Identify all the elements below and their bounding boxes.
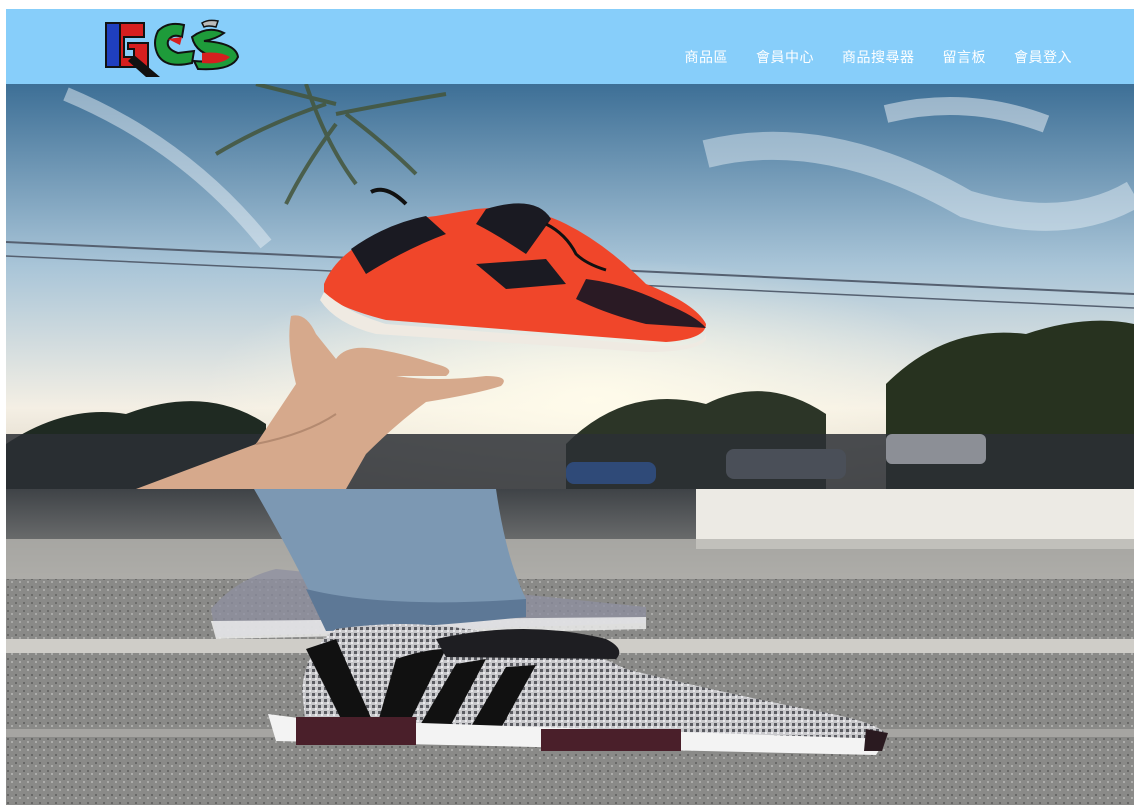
nav-product-search[interactable]: 商品搜尋器 [842, 47, 915, 67]
nav-member-center[interactable]: 會員中心 [756, 47, 814, 67]
nav-message-board[interactable]: 留言板 [943, 47, 987, 67]
nav-products[interactable]: 商品區 [685, 47, 729, 67]
hero-image-floating-sneaker [6, 84, 1134, 489]
site-logo[interactable] [98, 15, 246, 77]
top-navbar: 商品區 會員中心 商品搜尋器 留言板 會員登入 [6, 9, 1134, 84]
nav-menu: 商品區 會員中心 商品搜尋器 留言板 會員登入 [685, 47, 1073, 67]
page: 商品區 會員中心 商品搜尋器 留言板 會員登入 [6, 9, 1134, 805]
gcs-logo-icon [105, 19, 240, 77]
nav-member-login[interactable]: 會員登入 [1014, 47, 1072, 67]
hero-image-sneaker-on-stairs [6, 489, 1134, 805]
